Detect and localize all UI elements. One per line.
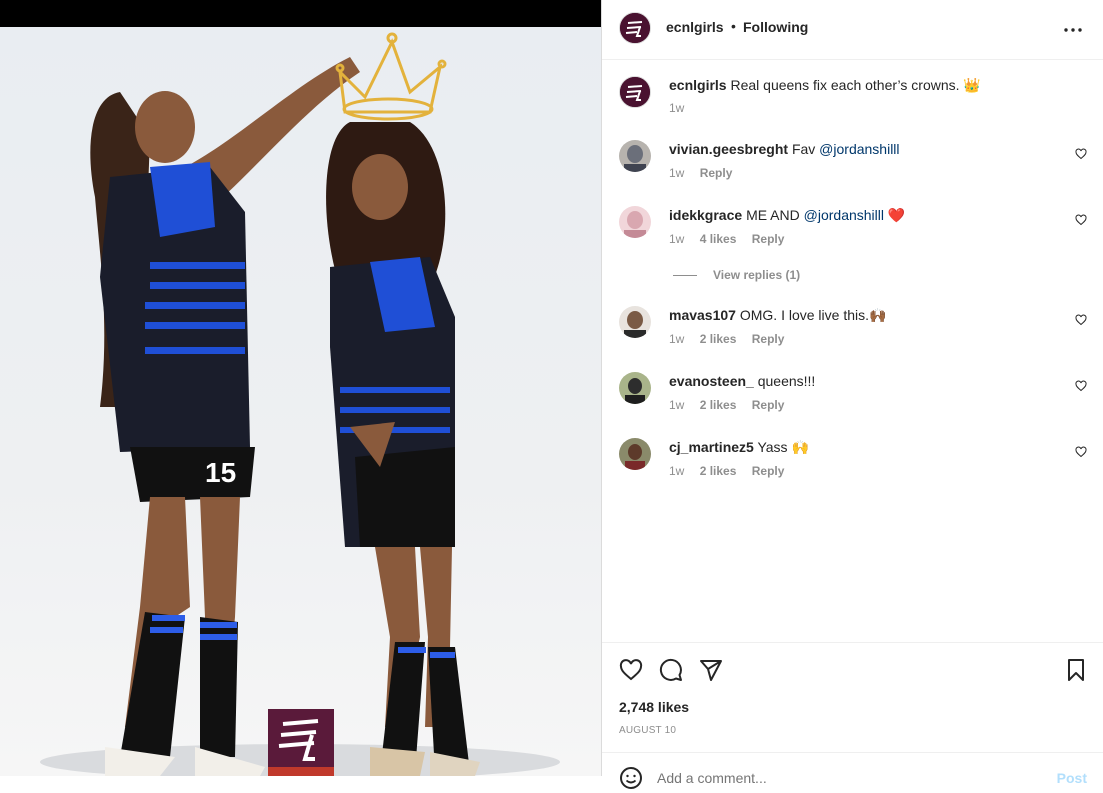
avatar[interactable] xyxy=(619,140,651,172)
comment-item: vivian.geesbreght Fav @jordanshilll 1w R… xyxy=(602,140,1103,200)
following-button[interactable]: Following xyxy=(743,19,808,35)
reply-button[interactable]: Reply xyxy=(752,464,785,478)
header-username[interactable]: ecnlgirls xyxy=(666,19,724,35)
comment-likes[interactable]: 2 likes xyxy=(700,464,737,478)
comment-item: cj_martinez5 Yass 🙌 1w 2 likes Reply xyxy=(602,438,1103,498)
avatar[interactable] xyxy=(619,206,651,238)
heart-icon[interactable] xyxy=(1075,214,1087,226)
comment-body: Yass 🙌 xyxy=(757,439,809,455)
comment-icon[interactable] xyxy=(659,658,683,682)
comment-time[interactable]: 1w xyxy=(669,332,684,346)
reply-button[interactable]: Reply xyxy=(752,398,785,412)
ecnl-logo-block xyxy=(268,709,334,776)
heart-icon[interactable] xyxy=(1075,148,1087,160)
comment-likes[interactable]: 2 likes xyxy=(700,332,737,346)
comment-mention[interactable]: @jordanshilll xyxy=(819,141,899,157)
comment-body: ME AND xyxy=(746,207,804,223)
reply-button[interactable]: Reply xyxy=(752,332,785,346)
comment-username[interactable]: evanosteen_ xyxy=(669,373,754,389)
avatar[interactable] xyxy=(619,306,651,338)
heart-icon[interactable] xyxy=(619,658,643,682)
add-comment-bar: Post xyxy=(602,752,1103,793)
comment-meta: 1w Reply xyxy=(669,166,744,180)
header-separator: • xyxy=(731,18,736,34)
caption-time[interactable]: 1w xyxy=(669,101,684,115)
comment-likes[interactable]: 4 likes xyxy=(700,232,737,246)
comment-mention[interactable]: @jordanshilll xyxy=(804,207,884,223)
post-photo: 15 xyxy=(0,27,601,776)
heart-icon[interactable] xyxy=(1075,314,1087,326)
comment-meta: 1w 2 likes Reply xyxy=(669,398,796,412)
comment-text: mavas107 OMG. I love live this.🙌🏾 xyxy=(669,306,886,324)
comment-meta: 1w 2 likes Reply xyxy=(669,464,796,478)
comment-text: cj_martinez5 Yass 🙌 xyxy=(669,438,809,456)
comment-username[interactable]: vivian.geesbreght xyxy=(669,141,788,157)
avatar[interactable] xyxy=(619,372,651,404)
comment-meta: 1w 4 likes Reply xyxy=(669,232,796,246)
caption-meta: 1w xyxy=(669,101,696,115)
comment-body: Fav xyxy=(791,141,820,157)
avatar[interactable] xyxy=(619,76,651,108)
more-horizontal-icon[interactable] xyxy=(1063,22,1083,38)
comment-body-end: ❤️ xyxy=(884,207,906,223)
comment-username[interactable]: idekkgrace xyxy=(669,207,742,223)
reply-button[interactable]: Reply xyxy=(700,166,733,180)
comment-text: idekkgrace ME AND @jordanshilll ❤️ xyxy=(669,206,905,224)
add-comment-input[interactable] xyxy=(657,770,997,786)
caption-body: Real queens fix each other’s crowns. 👑 xyxy=(730,77,981,93)
reply-button[interactable]: Reply xyxy=(752,232,785,246)
bookmark-icon[interactable] xyxy=(1064,658,1088,682)
comment-time[interactable]: 1w xyxy=(669,464,684,478)
post-header: ecnlgirls • Following xyxy=(602,0,1103,60)
caption-username[interactable]: ecnlgirls xyxy=(669,77,727,93)
post-sidebar: ecnlgirls • Following ecnlgirls Real que… xyxy=(601,0,1103,789)
comment-body: OMG. I love live this.🙌🏾 xyxy=(739,307,887,323)
comment-text: evanosteen_ queens!!! xyxy=(669,372,815,390)
post-media[interactable]: 15 xyxy=(0,0,601,776)
view-replies-label: View replies (1) xyxy=(713,268,801,282)
replies-divider xyxy=(673,275,697,277)
comment-item: evanosteen_ queens!!! 1w 2 likes Reply xyxy=(602,372,1103,432)
heart-icon[interactable] xyxy=(1075,446,1087,458)
comment-username[interactable]: mavas107 xyxy=(669,307,736,323)
heart-icon[interactable] xyxy=(1075,380,1087,392)
view-replies-button[interactable]: View replies (1) xyxy=(673,268,800,282)
comment-time[interactable]: 1w xyxy=(669,398,684,412)
comment-time[interactable]: 1w xyxy=(669,232,684,246)
comment-time[interactable]: 1w xyxy=(669,166,684,180)
likes-count[interactable]: 2,748 likes xyxy=(619,699,689,715)
comment-meta: 1w 2 likes Reply xyxy=(669,332,796,346)
post-button[interactable]: Post xyxy=(1057,770,1087,786)
comment-item: mavas107 OMG. I love live this.🙌🏾 1w 2 l… xyxy=(602,306,1103,366)
comment-body: queens!!! xyxy=(757,373,816,389)
comment-username[interactable]: cj_martinez5 xyxy=(669,439,754,455)
comment-likes[interactable]: 2 likes xyxy=(700,398,737,412)
avatar[interactable] xyxy=(619,438,651,470)
comment-text: vivian.geesbreght Fav @jordanshilll xyxy=(669,140,900,158)
comment-item: idekkgrace ME AND @jordanshilll ❤️ 1w 4 … xyxy=(602,206,1103,266)
send-icon[interactable] xyxy=(699,658,723,682)
soccer-players-illustration: 15 xyxy=(40,32,560,776)
svg-text:15: 15 xyxy=(205,457,236,488)
emoji-icon[interactable] xyxy=(619,766,643,790)
comments-list[interactable]: ecnlgirls Real queens fix each other’s c… xyxy=(602,60,1103,642)
post-actions: 2,748 likes AUGUST 10 Post xyxy=(602,642,1103,789)
left-player-figure: 15 xyxy=(90,57,360,776)
right-player-figure xyxy=(326,122,480,776)
media-top-bar xyxy=(0,0,601,27)
caption-text: ecnlgirls Real queens fix each other’s c… xyxy=(669,76,981,94)
avatar[interactable] xyxy=(619,12,651,44)
post-date[interactable]: AUGUST 10 xyxy=(619,725,676,736)
